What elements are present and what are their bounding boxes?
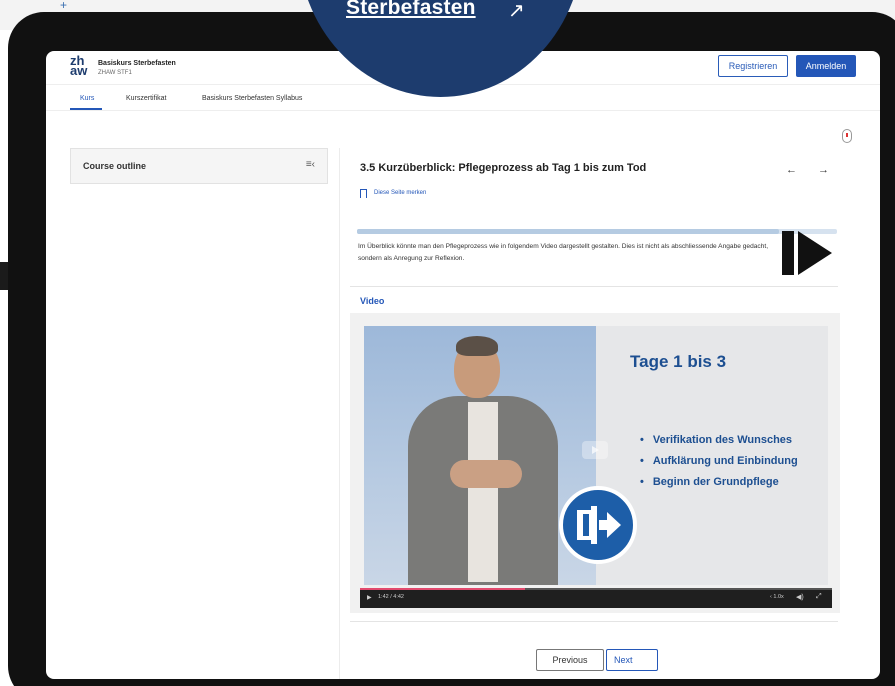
video-time: 1:42 / 4:42: [378, 594, 404, 600]
course-outline-label: Course outline: [83, 161, 147, 171]
tab-syllabus[interactable]: Basiskurs Sterbefasten Syllabus: [202, 95, 302, 102]
next-button[interactable]: Next: [606, 649, 658, 671]
tab-kurs[interactable]: Kurs: [80, 95, 94, 102]
zhaw-logo[interactable]: zh aw: [70, 54, 92, 78]
next-unit-arrow-icon[interactable]: →: [818, 164, 829, 176]
play-icon[interactable]: ▶: [367, 594, 372, 601]
presenter-hands: [450, 460, 522, 488]
login-button[interactable]: Anmelden: [796, 55, 856, 77]
video-progress-bar[interactable]: [360, 588, 832, 590]
tablet-device: zh aw Basiskurs Sterbefasten ZHAW STF1 R…: [8, 12, 895, 686]
fullscreen-icon[interactable]: ⤢: [816, 593, 822, 601]
column-divider: [339, 148, 340, 679]
unit-progress-fill: [357, 229, 780, 234]
collapse-outline-icon[interactable]: ≡‹: [306, 159, 315, 170]
presenter-hair: [456, 336, 498, 356]
logo-bottom: aw: [70, 63, 88, 78]
active-tab-indicator: [70, 108, 102, 110]
course-outline-panel[interactable]: Course outline ≡‹: [70, 148, 328, 184]
previous-unit-arrow-icon[interactable]: ←: [786, 164, 797, 176]
section-divider: [350, 286, 838, 287]
section-divider: [350, 621, 838, 622]
video-presenter-area: [364, 326, 596, 585]
video-heading: Video: [360, 296, 385, 306]
tablet-screen: zh aw Basiskurs Sterbefasten ZHAW STF1 R…: [46, 51, 880, 679]
next-step-icon[interactable]: [780, 227, 836, 279]
plus-icon: +: [60, 0, 68, 12]
video-controls: ▶ 1:42 / 4:42 ‹ 1.0x ◀) ⤢: [360, 588, 832, 608]
unit-title: 3.5 Kurzüberblick: Pflegeprozess ab Tag …: [360, 162, 647, 174]
video-player[interactable]: Tage 1 bis 3 Verifikation des Wunsches A…: [364, 326, 828, 585]
previous-button[interactable]: Previous: [536, 649, 604, 671]
video-bullet: Verifikation des Wunsches: [640, 430, 798, 451]
bookmark-icon[interactable]: [360, 189, 367, 198]
video-bullet: Aufklärung und Einbindung: [640, 451, 798, 472]
external-link-arrow-icon: ↗: [508, 0, 525, 22]
presenter-shirt: [468, 402, 498, 582]
video-slide-title: Tage 1 bis 3: [630, 352, 727, 371]
video-play-overlay-icon[interactable]: [582, 441, 608, 459]
video-bullet: Beginn der Grundpflege: [640, 472, 798, 493]
bookmark-link[interactable]: Diese Seite merken: [374, 190, 426, 196]
promo-banner-link[interactable]: Sterbefasten: [346, 0, 476, 20]
tab-kurszertifikat[interactable]: Kurszertifikat: [126, 95, 166, 102]
mouse-icon: [842, 129, 852, 143]
register-button[interactable]: Registrieren: [718, 55, 788, 77]
unit-progress-bar: [357, 229, 837, 234]
exit-door-icon: [559, 486, 637, 564]
course-name: Basiskurs Sterbefasten: [98, 60, 176, 67]
background-page-edge: [0, 262, 8, 290]
video-slide-bullets: Verifikation des Wunsches Aufklärung und…: [640, 430, 798, 493]
unit-intro-text: Im Überblick könnte man den Pflegeprozes…: [358, 243, 769, 262]
video-block: Tage 1 bis 3 Verifikation des Wunsches A…: [350, 313, 840, 613]
volume-icon[interactable]: ◀): [796, 593, 804, 601]
video-progress-fill: [360, 588, 526, 590]
course-code: ZHAW STF1: [98, 70, 132, 76]
playback-speed[interactable]: ‹ 1.0x: [770, 594, 784, 600]
